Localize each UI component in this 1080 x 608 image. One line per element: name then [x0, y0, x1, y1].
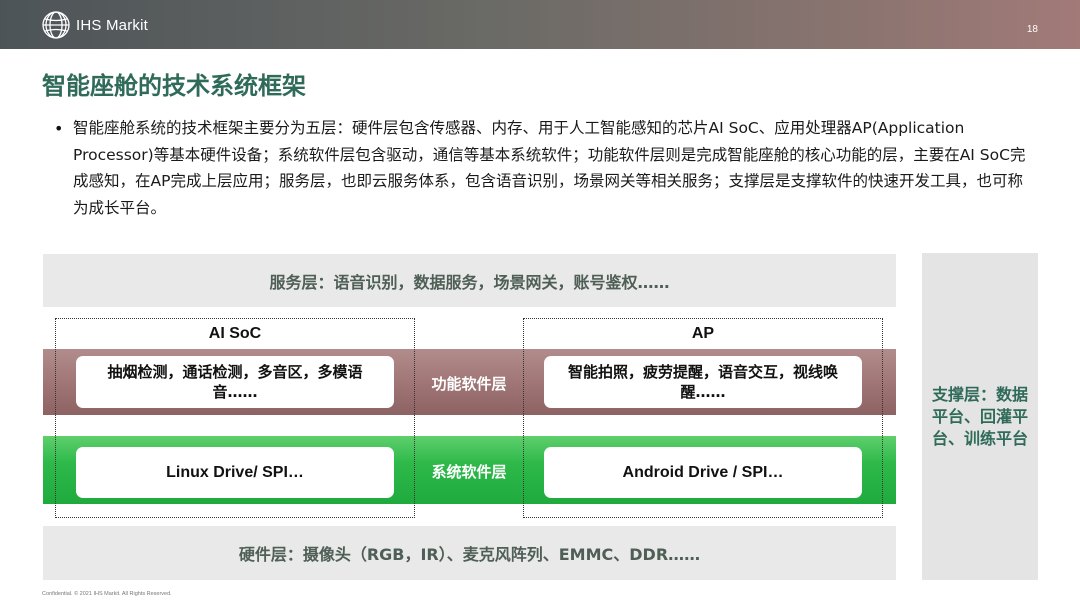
hardware-layer-text: 硬件层：摄像头（RGB，IR）、麦克风阵列、EMMC、DDR…… [238, 545, 701, 564]
ai-soc-system-box: Linux Drive/ SPI… [76, 447, 394, 498]
hardware-layer: 硬件层：摄像头（RGB，IR）、麦克风阵列、EMMC、DDR…… [43, 526, 896, 580]
ai-soc-title: AI SoC [208, 325, 262, 342]
service-layer-text: 服务层：语音识别，数据服务，场景网关，账号鉴权…… [269, 272, 670, 292]
logo-text: IHS Markit [76, 16, 149, 34]
page-number: 18 [1026, 24, 1038, 35]
bullet-point-icon: • [54, 119, 64, 138]
footer-confidential: Confidential. © 2021 IHS Markit. All Rig… [42, 591, 172, 597]
ai-soc-system-text: Linux Drive/ SPI… [166, 463, 304, 481]
page-title: 智能座舱的技术系统框架 [42, 72, 306, 100]
function-software-layer-label: 功能软件层 [431, 375, 507, 393]
ap-system-text: Android Drive / SPI… [622, 463, 784, 481]
ihs-markit-globe-icon [40, 9, 72, 41]
system-software-layer-label: 系统软件层 [431, 463, 507, 481]
ap-function-text: 智能拍照，疲劳提醒，语音交互，视线唤醒…… [567, 363, 838, 401]
logo: IHS Markit [40, 9, 148, 41]
ap-function-box: 智能拍照，疲劳提醒，语音交互，视线唤醒…… [544, 356, 862, 408]
ap-title: AP [691, 325, 715, 342]
support-layer: 支撑层：数据平台、回灌平台、训练平台 [922, 253, 1038, 580]
header-bar: IHS Markit 18 [0, 0, 1080, 49]
ai-soc-function-text: 抽烟检测，通话检测，多音区，多模语音…… [107, 363, 363, 401]
description-paragraph: 智能座舱系统的技术框架主要分为五层：硬件层包含传感器、内存、用于人工智能感知的芯… [73, 119, 1026, 217]
ai-soc-function-box: 抽烟检测，通话检测，多音区，多模语音…… [76, 356, 394, 408]
ap-system-box: Android Drive / SPI… [544, 447, 862, 498]
support-layer-text: 支撑层：数据平台、回灌平台、训练平台 [932, 384, 1029, 448]
service-layer: 服务层：语音识别，数据服务，场景网关，账号鉴权…… [43, 254, 896, 307]
